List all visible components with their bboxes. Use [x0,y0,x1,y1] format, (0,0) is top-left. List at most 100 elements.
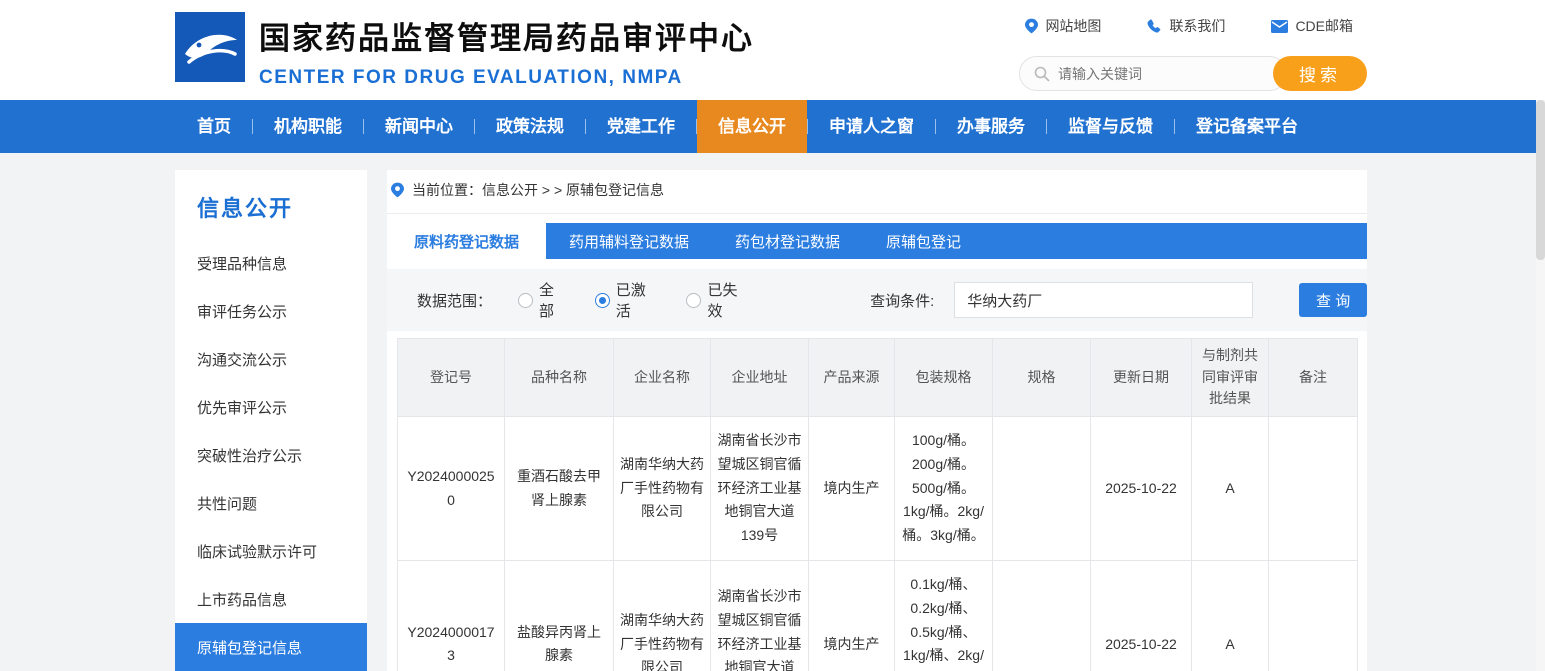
nav-item-5[interactable]: 信息公开 [697,100,807,153]
site-subtitle: CENTER FOR DRUG EVALUATION, NMPA [259,67,754,89]
sidebar-item-2[interactable]: 沟通交流公示 [175,335,367,383]
table-cell [1269,417,1358,561]
table-header-cell: 与制剂共同审评审批结果 [1192,339,1269,417]
nav-item-4[interactable]: 党建工作 [586,100,696,153]
table-header-cell: 产品来源 [809,339,895,417]
table-cell: A [1192,561,1269,671]
sidebar-item-3[interactable]: 优先审评公示 [175,383,367,431]
filter-bar: 数据范围： 全部 已激活 已失效 查询条件: 查 询 [387,269,1367,331]
table-header-cell: 企业名称 [614,339,711,417]
header-link-label: 网站地图 [1045,16,1101,36]
table-cell: 2025-10-22 [1091,417,1192,561]
table-cell: 0.1kg/桶、0.2kg/桶、0.5kg/桶、1kg/桶、2kg/桶、3kg/… [895,561,993,671]
table-row: Y20240000173盐酸异丙肾上腺素湖南华纳大药厂手性药物有限公司湖南省长沙… [398,561,1358,671]
site-header: 国家药品监督管理局药品审评中心 CENTER FOR DRUG EVALUATI… [0,0,1545,100]
header-link-label: CDE邮箱 [1295,16,1353,36]
header-link-0[interactable]: 网站地图 [1025,16,1101,36]
location-pin-icon [1025,18,1038,34]
tab-bar: 原料药登记数据药用辅料登记数据药包材登记数据原辅包登记 [387,223,1367,259]
envelope-icon [1271,20,1288,33]
table-cell: 盐酸异丙肾上腺素 [505,561,614,671]
tab-2[interactable]: 药包材登记数据 [712,223,863,259]
query-button[interactable]: 查 询 [1299,283,1367,317]
nav-item-1[interactable]: 机构职能 [253,100,363,153]
table-cell: 湖南省长沙市望城区铜官循环经济工业基地铜官大道139号 [711,417,809,561]
table-wrap: 登记号品种名称企业名称企业地址产品来源包装规格规格更新日期与制剂共同审评审批结果… [397,338,1357,671]
main-area: 信息公开 受理品种信息审评任务公示沟通交流公示优先审评公示突破性治疗公示共性问题… [0,153,1545,671]
table-cell [993,561,1091,671]
radio-option-0[interactable]: 全部 [518,279,569,321]
radio-label: 已激活 [616,279,661,321]
table-header-row: 登记号品种名称企业名称企业地址产品来源包装规格规格更新日期与制剂共同审评审批结果… [398,339,1358,417]
table-cell: 湖南省长沙市望城区铜官循环经济工业基地铜官大道139号 [711,561,809,671]
search-box [1019,56,1287,91]
tab-1[interactable]: 药用辅料登记数据 [546,223,712,259]
nav-item-9[interactable]: 登记备案平台 [1175,100,1319,153]
table-cell: 境内生产 [809,417,895,561]
page: 国家药品监督管理局药品审评中心 CENTER FOR DRUG EVALUATI… [0,0,1545,671]
table-cell: A [1192,417,1269,561]
sidebar-item-0[interactable]: 受理品种信息 [175,239,367,287]
radio-group: 全部 已激活 已失效 [492,279,752,321]
sidebar-item-1[interactable]: 审评任务公示 [175,287,367,335]
nav-item-3[interactable]: 政策法规 [475,100,585,153]
filter-query-label: 查询条件: [870,290,934,311]
sidebar-item-5[interactable]: 共性问题 [175,479,367,527]
table-header-cell: 备注 [1269,339,1358,417]
breadcrumb: 当前位置：信息公开 > > 原辅包登记信息 [387,170,1367,214]
radio-option-1[interactable]: 已激活 [595,279,661,321]
table-cell: 境内生产 [809,561,895,671]
sidebar: 信息公开 受理品种信息审评任务公示沟通交流公示优先审评公示突破性治疗公示共性问题… [175,170,367,671]
sidebar-item-8[interactable]: 原辅包登记信息 [175,623,367,671]
cde-logo-icon [175,12,245,82]
site-logo[interactable] [175,12,245,82]
sidebar-item-7[interactable]: 上市药品信息 [175,575,367,623]
nav-item-7[interactable]: 办事服务 [936,100,1046,153]
table-row: Y20240000250重酒石酸去甲肾上腺素湖南华纳大药厂手性药物有限公司湖南省… [398,417,1358,561]
table-cell: Y20240000173 [398,561,505,671]
radio-circle [518,293,533,308]
location-pin-icon [391,182,404,198]
breadcrumb-text: 当前位置：信息公开 > > 原辅包登记信息 [412,180,664,200]
radio-circle [686,293,701,308]
query-input[interactable] [954,282,1253,318]
table-cell: 湖南华纳大药厂手性药物有限公司 [614,561,711,671]
registration-table: 登记号品种名称企业名称企业地址产品来源包装规格规格更新日期与制剂共同审评审批结果… [397,338,1358,671]
main-nav: 首页机构职能新闻中心政策法规党建工作信息公开申请人之窗办事服务监督与反馈登记备案… [0,100,1545,153]
nav-item-6[interactable]: 申请人之窗 [808,100,935,153]
nav-item-8[interactable]: 监督与反馈 [1047,100,1174,153]
table-cell [993,417,1091,561]
table-cell: 2025-10-22 [1091,561,1192,671]
table-header-cell: 更新日期 [1091,339,1192,417]
sidebar-item-6[interactable]: 临床试验默示许可 [175,527,367,575]
content-panel: 当前位置：信息公开 > > 原辅包登记信息 原料药登记数据药用辅料登记数据药包材… [387,170,1367,671]
phone-icon [1147,19,1162,34]
table-header-cell: 品种名称 [505,339,614,417]
title-block: 国家药品监督管理局药品审评中心 CENTER FOR DRUG EVALUATI… [259,13,754,89]
search-button[interactable]: 搜索 [1273,56,1367,91]
header-link-label: 联系我们 [1169,16,1225,36]
table-cell: Y20240000250 [398,417,505,561]
search-icon [1034,66,1050,82]
site-title: 国家药品监督管理局药品审评中心 [259,13,754,58]
scrollbar-track [1536,0,1545,671]
nav-item-0[interactable]: 首页 [176,100,252,153]
tab-0[interactable]: 原料药登记数据 [387,223,546,259]
search-input[interactable] [1058,66,1248,82]
sidebar-item-4[interactable]: 突破性治疗公示 [175,431,367,479]
radio-option-2[interactable]: 已失效 [686,279,752,321]
header-link-2[interactable]: CDE邮箱 [1271,16,1353,36]
tab-3[interactable]: 原辅包登记 [863,223,984,259]
radio-label: 已失效 [707,279,752,321]
nav-item-2[interactable]: 新闻中心 [364,100,474,153]
table-header-cell: 企业地址 [711,339,809,417]
radio-circle [595,293,610,308]
table-cell: 100g/桶。200g/桶。500g/桶。1kg/桶。2kg/桶。3kg/桶。 [895,417,993,561]
table-header-cell: 规格 [993,339,1091,417]
table-cell: 重酒石酸去甲肾上腺素 [505,417,614,561]
scrollbar-thumb[interactable] [1536,100,1545,260]
table-cell [1269,561,1358,671]
sidebar-title: 信息公开 [175,170,367,239]
header-link-1[interactable]: 联系我们 [1147,16,1225,36]
filter-scope-label: 数据范围： [417,290,492,311]
